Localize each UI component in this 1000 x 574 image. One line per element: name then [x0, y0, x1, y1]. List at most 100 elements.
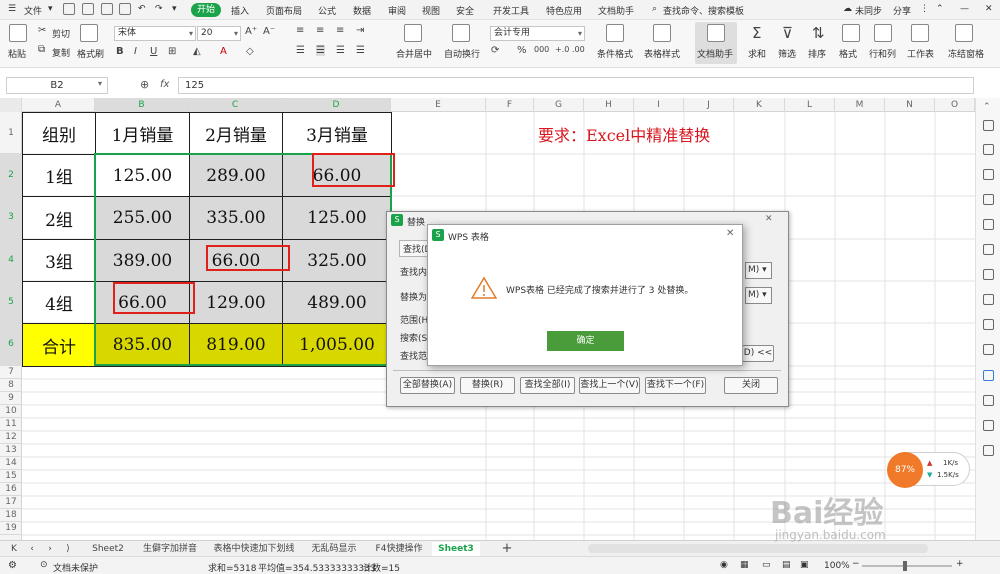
- sidebar-tool-icon[interactable]: [983, 294, 994, 305]
- font-size-select[interactable]: 20: [197, 26, 241, 41]
- zoom-icon[interactable]: ⊕: [140, 78, 149, 91]
- sync-status[interactable]: 未同步: [855, 4, 882, 17]
- row-header[interactable]: 2: [0, 154, 22, 196]
- table-header-cell[interactable]: 3月销量: [282, 112, 392, 155]
- normal-view-icon[interactable]: ▦: [740, 560, 749, 570]
- zoom-level[interactable]: 100%: [824, 561, 850, 571]
- border-icon[interactable]: ⊞: [168, 46, 176, 57]
- sheet-tab[interactable]: F4快捷操作: [368, 542, 430, 556]
- find-next-button[interactable]: 查找下一个(F): [645, 377, 706, 394]
- next-sheet-icon[interactable]: ›: [44, 542, 56, 556]
- shrink-font-icon[interactable]: A⁻: [263, 26, 275, 37]
- worksheet-label[interactable]: 工作表: [907, 47, 934, 60]
- table-header-cell[interactable]: 2月销量: [189, 112, 283, 155]
- row-header[interactable]: 5: [0, 281, 22, 323]
- sidebar-tool-icon[interactable]: [983, 269, 994, 280]
- conditional-format-icon[interactable]: [606, 24, 624, 42]
- table-style-icon[interactable]: [653, 24, 671, 42]
- sidebar-tool-icon[interactable]: [983, 445, 994, 456]
- row-header[interactable]: 8: [0, 379, 22, 392]
- tab-page-layout[interactable]: 页面布局: [266, 4, 302, 17]
- underline-icon[interactable]: U: [150, 46, 157, 57]
- last-sheet-icon[interactable]: ⟩: [62, 542, 74, 556]
- redo-icon[interactable]: ↷: [155, 4, 163, 14]
- save-icon[interactable]: [82, 3, 94, 15]
- column-header[interactable]: G: [534, 98, 584, 112]
- close-icon[interactable]: ✕: [765, 214, 773, 224]
- column-header[interactable]: K: [734, 98, 785, 112]
- table-cell[interactable]: 289.00: [189, 154, 283, 197]
- cut-label[interactable]: 剪切: [52, 27, 70, 40]
- column-header[interactable]: N: [885, 98, 935, 112]
- hamburger-icon[interactable]: ☰: [8, 4, 16, 14]
- sum-status[interactable]: 求和=5318: [208, 561, 256, 574]
- percent-icon[interactable]: %: [517, 45, 527, 56]
- column-header[interactable]: A: [22, 98, 95, 112]
- cut-icon[interactable]: ✂: [38, 25, 46, 36]
- table-cell[interactable]: 325.00: [282, 239, 392, 282]
- scroll-up-icon[interactable]: ⌃: [983, 102, 991, 112]
- column-header[interactable]: C: [189, 98, 282, 112]
- close-button[interactable]: 关闭: [724, 377, 778, 394]
- row-header[interactable]: 15: [0, 470, 22, 483]
- table-cell[interactable]: 125.00: [282, 196, 392, 240]
- tab-doc-helper[interactable]: 文档助手: [598, 4, 634, 17]
- sidebar-tool-icon[interactable]: [983, 120, 994, 131]
- minimize-icon[interactable]: —: [960, 4, 969, 14]
- tab-insert[interactable]: 插入: [231, 4, 249, 17]
- row-header[interactable]: 3: [0, 196, 22, 239]
- print-icon[interactable]: [101, 3, 113, 15]
- column-header[interactable]: B: [95, 98, 189, 112]
- sheet-tab-active[interactable]: Sheet3: [432, 542, 480, 556]
- column-header[interactable]: M: [835, 98, 885, 112]
- sidebar-tool-icon[interactable]: [983, 395, 994, 406]
- find-previous-button[interactable]: 查找上一个(V): [579, 377, 640, 394]
- tab-view[interactable]: 视图: [422, 4, 440, 17]
- grow-font-icon[interactable]: A⁺: [245, 26, 257, 37]
- format-dropdown[interactable]: M) ▾: [745, 287, 772, 304]
- select-all[interactable]: [0, 98, 22, 112]
- table-header-cell[interactable]: 组别: [22, 112, 96, 155]
- filter-icon[interactable]: ⊽: [782, 24, 793, 42]
- table-cell[interactable]: 129.00: [189, 281, 283, 324]
- replace-all-button[interactable]: 全部替换(A): [400, 377, 455, 394]
- count-status[interactable]: 计数=15: [363, 561, 400, 574]
- number-format-select[interactable]: 会计专用: [490, 26, 585, 41]
- clear-icon[interactable]: ◇: [246, 46, 254, 57]
- row-header[interactable]: 4: [0, 239, 22, 281]
- more-icon[interactable]: ▾: [172, 4, 177, 14]
- average-status[interactable]: 平均值=354.53333333333: [258, 561, 376, 574]
- align-right-icon[interactable]: ☰: [336, 45, 345, 56]
- macro-icon[interactable]: ⚙: [8, 560, 17, 571]
- table-style-label[interactable]: 表格样式: [644, 47, 680, 60]
- table-cell[interactable]: 255.00: [95, 196, 190, 240]
- first-sheet-icon[interactable]: K: [8, 542, 20, 556]
- horizontal-scrollbar[interactable]: [588, 544, 928, 553]
- format-painter-label[interactable]: 格式刷: [77, 47, 104, 60]
- sidebar-tool-icon[interactable]: [983, 420, 994, 431]
- conditional-format-label[interactable]: 条件格式: [597, 47, 633, 60]
- table-cell[interactable]: 335.00: [189, 196, 283, 240]
- eye-icon[interactable]: ◉: [720, 560, 728, 570]
- tab-features[interactable]: 特色应用: [546, 4, 582, 17]
- table-cell-active[interactable]: 125.00: [95, 154, 190, 197]
- increase-decimal-icon[interactable]: +.0: [555, 45, 569, 54]
- copy-label[interactable]: 复制: [52, 46, 70, 59]
- tab-data[interactable]: 数据: [353, 4, 371, 17]
- chevron-down-icon[interactable]: ▾: [48, 4, 53, 14]
- column-header[interactable]: L: [785, 98, 835, 112]
- align-top-icon[interactable]: ≡: [296, 25, 304, 36]
- row-header[interactable]: 18: [0, 509, 22, 522]
- row-header[interactable]: 6: [0, 323, 22, 366]
- row-header[interactable]: 19: [0, 522, 22, 535]
- chevron-down-icon[interactable]: ▾: [98, 79, 102, 88]
- column-header[interactable]: D: [282, 98, 391, 112]
- sidebar-tool-icon[interactable]: [983, 169, 994, 180]
- tab-review[interactable]: 审阅: [388, 4, 406, 17]
- tab-formula[interactable]: 公式: [318, 4, 336, 17]
- paste-label[interactable]: 粘贴: [8, 47, 26, 60]
- print-preview-icon[interactable]: [119, 3, 131, 15]
- row-col-icon[interactable]: [874, 24, 892, 42]
- table-cell[interactable]: 3组: [22, 239, 96, 282]
- sum-icon[interactable]: Σ: [752, 24, 761, 42]
